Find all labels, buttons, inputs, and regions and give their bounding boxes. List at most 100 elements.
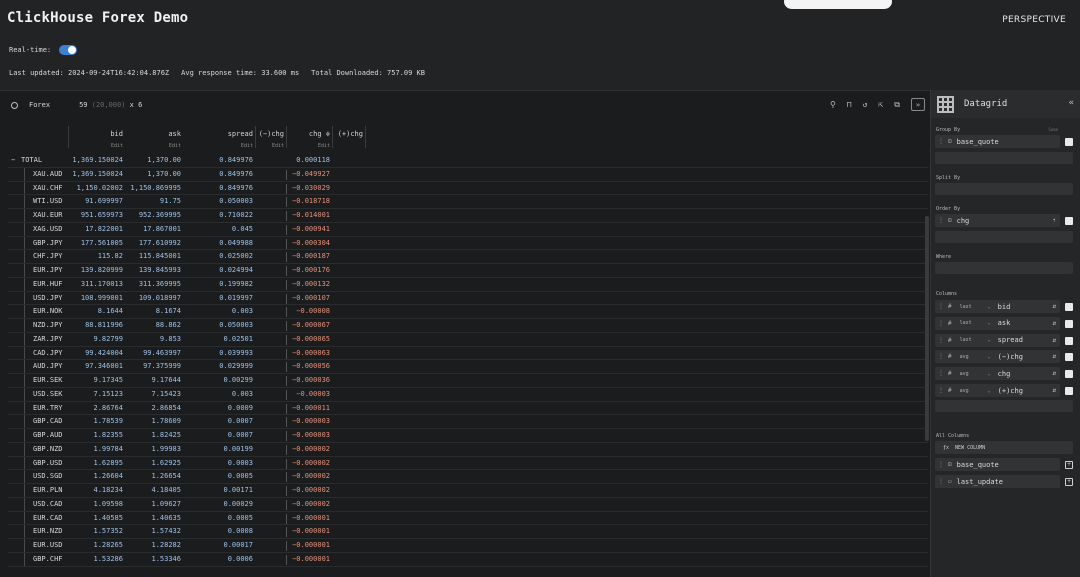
column-edit-button[interactable]: Edit (111, 143, 123, 149)
table-row[interactable]: XAU.EUR 951.659973 952.369995 0.710022 −0.01… (8, 209, 928, 223)
column-checkbox[interactable] (1065, 303, 1073, 311)
table-row[interactable]: EUR.USD 1.28265 1.28282 0.00017 −0.000001 (8, 539, 928, 553)
drag-handle-icon[interactable]: ⋮ (938, 138, 944, 145)
datagrid-plugin-icon[interactable] (937, 95, 954, 113)
table-row[interactable]: WTI.USD 91.699997 91.75 0.050003 −0.018718 (8, 195, 928, 209)
collapse-toggle-icon[interactable]: − (11, 156, 15, 164)
order-by-dropzone[interactable] (935, 231, 1073, 243)
table-row[interactable]: CAD.JPY 99.424004 99.463997 0.039993 −0.0000… (8, 346, 928, 361)
table-row[interactable]: GBP.USD 1.62895 1.62925 0.0003 −0.000002 (8, 456, 928, 471)
group-by-checkbox[interactable] (1065, 138, 1073, 146)
table-row[interactable]: USD.CAD 1.09598 1.09627 0.00029 −0.000002 (8, 497, 928, 512)
chevron-down-icon[interactable]: ⌄ (988, 304, 991, 310)
drag-handle-icon[interactable]: ⋮ (938, 337, 944, 344)
chevron-down-icon[interactable]: ⌄ (988, 337, 991, 343)
table-row[interactable]: GBP.CAD 1.78539 1.78609 0.0007 −0.000003 (8, 415, 928, 429)
table-row[interactable]: XAU.AUD 1,369.150024 1,370.00 0.849976 −0.04… (8, 167, 928, 182)
collapse-icon[interactable]: « (1069, 98, 1074, 108)
column-pill[interactable]: ⋮ # avg ⌄ chg ⇵ (935, 367, 1060, 381)
edit-column-icon[interactable]: ⇵ (1052, 337, 1056, 344)
export-icon[interactable]: ⇱ (878, 100, 883, 109)
group-by-dropzone[interactable] (935, 152, 1073, 164)
aggregate-select[interactable]: avg (960, 371, 988, 377)
where-dropzone[interactable] (935, 262, 1073, 274)
copy-icon[interactable]: ⧉ (894, 100, 900, 110)
column-header-chg[interactable]: chg ≑ Edit (286, 124, 332, 154)
split-by-dropzone[interactable] (935, 183, 1073, 195)
table-row[interactable]: EUR.PLN 4.18234 4.18405 0.00171 −0.000002 (8, 484, 928, 498)
order-by-pill[interactable]: ⋮ ⊡ chg ⇡ (935, 214, 1060, 227)
column-checkbox[interactable] (1065, 319, 1073, 328)
column-pill[interactable]: ⋮ # avg ⌄ (+)chg ⇵ (935, 384, 1060, 397)
chevron-down-icon[interactable]: ⌄ (988, 388, 991, 394)
chevron-down-icon[interactable]: ⌄ (988, 354, 991, 360)
realtime-toggle[interactable] (59, 45, 78, 55)
reset-icon[interactable]: ↺ (863, 100, 868, 109)
table-row[interactable]: NZD.JPY 88.811996 88.862 0.050003 −0.000067 (8, 319, 928, 333)
add-column-icon[interactable]: + (1065, 478, 1073, 486)
column-header-ask[interactable]: ask Edit (125, 124, 183, 154)
table-row[interactable]: XAG.USD 17.822001 17.867001 0.045 −0.000941 (8, 222, 928, 237)
column-edit-button[interactable]: Edit (272, 143, 284, 149)
table-row[interactable]: USD.SEK 7.15123 7.15423 0.003 −0.00003 (8, 387, 928, 402)
aggregate-select[interactable]: avg (960, 388, 988, 394)
theme-icon[interactable]: ⚲ (830, 100, 836, 109)
column-checkbox[interactable] (1065, 353, 1073, 362)
all-column-base-quote[interactable]: ⋮ ⊡ base_quote (935, 458, 1060, 471)
table-row[interactable]: USD.SGD 1.26604 1.26654 0.0005 −0.000002 (8, 470, 928, 484)
column-pill[interactable]: ⋮ # last ⌄ spread ⇵ (935, 333, 1060, 347)
columns-dropzone[interactable] (935, 400, 1073, 412)
table-row[interactable]: GBP.JPY 177.561005 177.610992 0.049988 −0.00… (8, 236, 928, 251)
table-row[interactable]: GBP.NZD 1.99784 1.99983 0.00199 −0.000002 (8, 442, 928, 457)
drag-handle-icon[interactable]: ⋮ (938, 387, 944, 394)
chevron-down-icon[interactable]: ⌄ (988, 371, 991, 377)
column-header-neg-chg[interactable]: (−)chg Edit (255, 124, 286, 154)
top-input-pill[interactable] (784, 0, 892, 9)
total-row[interactable]: − TOTAL 1,369.150024 1,370.00 0.849976 0.0001… (8, 154, 928, 168)
column-header-spread[interactable]: spread Edit (183, 124, 255, 154)
table-row[interactable]: EUR.CAD 1.40585 1.40635 0.0005 −0.000001 (8, 511, 928, 526)
group-by-mode[interactable]: Same (1048, 127, 1058, 132)
column-checkbox[interactable] (1065, 370, 1073, 379)
aggregate-select[interactable]: avg (960, 354, 988, 360)
column-checkbox[interactable] (1065, 336, 1073, 345)
table-row[interactable]: EUR.SEK 9.17345 9.17644 0.00299 −0.000036 (8, 374, 928, 388)
edit-column-icon[interactable]: ⇵ (1052, 353, 1056, 360)
all-column-last-update[interactable]: ⋮ ▭ last_update (935, 475, 1060, 488)
column-edit-button[interactable]: Edit (241, 143, 253, 149)
column-pill[interactable]: ⋮ # avg ⌄ (−)chg ⇵ (935, 350, 1060, 364)
group-by-pill[interactable]: ⋮ ⊡ base_quote (935, 135, 1060, 148)
settings-toggle-icon[interactable]: » (911, 98, 925, 111)
table-row[interactable]: ZAR.JPY 9.82799 9.853 0.02501 −0.000065 (8, 332, 928, 347)
add-column-icon[interactable]: + (1065, 461, 1073, 469)
table-row[interactable]: EUR.JPY 139.820999 139.845993 0.024994 −0.00… (8, 264, 928, 278)
new-column-button[interactable]: ƒx NEW COLUMN (935, 441, 1073, 454)
edit-column-icon[interactable]: ⇵ (1052, 387, 1056, 394)
table-row[interactable]: EUR.HUF 311.170013 311.369995 0.199982 −0.00… (8, 277, 928, 292)
table-row[interactable]: USD.JPY 108.999001 109.018997 0.019997 −0.00… (8, 291, 928, 306)
drag-handle-icon[interactable]: ⋮ (938, 370, 944, 377)
lock-icon[interactable]: ⊓ (847, 100, 852, 109)
aggregate-select[interactable]: last (960, 337, 988, 343)
edit-column-icon[interactable]: ⇵ (1052, 303, 1056, 310)
order-by-checkbox[interactable] (1065, 217, 1073, 225)
table-row[interactable]: GBP.AUD 1.82355 1.82425 0.0007 −0.000003 (8, 429, 928, 443)
column-header-bid[interactable]: bid Edit (68, 124, 125, 154)
column-pill[interactable]: ⋮ # last ⌄ ask ⇵ (935, 316, 1060, 330)
plugin-name[interactable]: Datagrid (964, 99, 1007, 109)
table-row[interactable]: EUR.TRY 2.86764 2.86854 0.0009 −0.000011 (8, 401, 928, 416)
column-edit-button[interactable]: Edit (169, 143, 181, 149)
table-row[interactable]: XAU.CHF 1,150.02002 1,150.869995 0.849976 −0… (8, 181, 928, 196)
table-row[interactable]: EUR.NOK 8.1644 8.1674 0.003 −0.00008 (8, 305, 928, 319)
drag-handle-icon[interactable]: ⋮ (938, 217, 944, 224)
edit-column-icon[interactable]: ⇵ (1052, 370, 1056, 377)
column-header-pos-chg[interactable]: (+)chg (332, 124, 365, 154)
grid-scrollbar[interactable] (925, 216, 929, 441)
drag-handle-icon[interactable]: ⋮ (938, 353, 944, 360)
sort-direction-icon[interactable]: ⇡ (1052, 217, 1056, 224)
table-row[interactable]: EUR.NZD 1.57352 1.57432 0.0008 −0.000001 (8, 525, 928, 539)
column-pill[interactable]: ⋮ # last ⌄ bid ⇵ (935, 300, 1060, 313)
edit-column-icon[interactable]: ⇵ (1052, 320, 1056, 327)
column-checkbox[interactable] (1065, 387, 1073, 395)
aggregate-select[interactable]: last (960, 320, 988, 326)
